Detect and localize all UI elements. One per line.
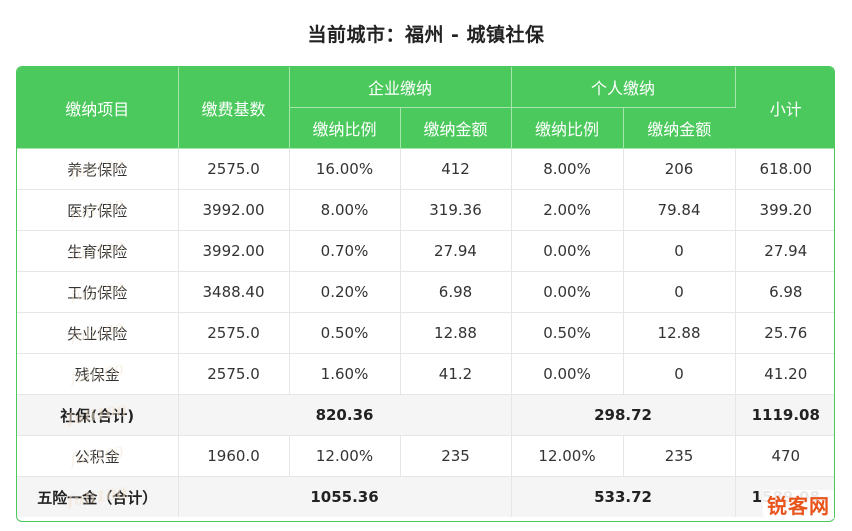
header-subtotal: 小计 bbox=[735, 67, 834, 149]
watermark-logo: fuli100 bbox=[69, 238, 125, 264]
row-name: 残保金 fuli100 bbox=[17, 353, 179, 395]
header-personal: 个人缴纳 bbox=[511, 67, 736, 108]
table-row: 养老保险 fuli100 2575.0 16.00% 412 8.00% 206 … bbox=[17, 148, 834, 190]
row-company-amount: 235 bbox=[400, 435, 512, 477]
social-total-company: 820.36 bbox=[178, 394, 512, 436]
row-personal-amount: 235 bbox=[623, 435, 736, 477]
fund-row: 公积金 fuli100 1960.0 12.00% 235 12.00% 235 … bbox=[17, 435, 834, 477]
row-company-rate: 0.70% bbox=[289, 230, 401, 272]
row-name: 生育保险 fuli100 bbox=[17, 230, 179, 272]
row-company-rate: 8.00% bbox=[289, 189, 401, 231]
social-total-subtotal: 1119.08 bbox=[735, 394, 834, 436]
brand-logo: 锐客网 bbox=[763, 490, 834, 519]
row-base: 1960.0 bbox=[178, 435, 290, 477]
row-name: 养老保险 fuli100 bbox=[17, 148, 179, 190]
table-row: 工伤保险 fuli100 3488.40 0.20% 6.98 0.00% 0 6… bbox=[17, 271, 834, 313]
header-personal-rate: 缴纳比例 bbox=[511, 107, 624, 150]
row-base: 3992.00 bbox=[178, 230, 290, 272]
row-company-rate: 0.20% bbox=[289, 271, 401, 313]
header-base: 缴费基数 bbox=[178, 67, 290, 149]
row-company-rate: 16.00% bbox=[289, 148, 401, 190]
watermark-logo: fuli100 bbox=[69, 279, 125, 305]
row-personal-rate: 0.00% bbox=[511, 230, 624, 272]
row-name: 失业保险 fuli100 bbox=[17, 312, 179, 354]
row-base: 2575.0 bbox=[178, 353, 290, 395]
row-company-rate: 1.60% bbox=[289, 353, 401, 395]
row-base: 2575.0 bbox=[178, 312, 290, 354]
row-subtotal: 27.94 bbox=[735, 230, 834, 272]
page-title: 当前城市：福州 - 城镇社保 bbox=[307, 24, 545, 46]
row-base: 2575.0 bbox=[178, 148, 290, 190]
row-personal-amount: 12.88 bbox=[623, 312, 736, 354]
social-total-row: 社保(合计) fuli100 820.36 298.72 1119.08 bbox=[17, 394, 834, 436]
row-personal-amount: 79.84 bbox=[623, 189, 736, 231]
row-company-rate: 12.00% bbox=[289, 435, 401, 477]
row-subtotal: 6.98 bbox=[735, 271, 834, 313]
watermark-logo: fuli100 bbox=[69, 320, 125, 346]
row-base: 3488.40 bbox=[178, 271, 290, 313]
row-personal-rate: 2.00% bbox=[511, 189, 624, 231]
watermark-logo: fuli100 bbox=[69, 156, 125, 182]
row-personal-amount: 0 bbox=[623, 230, 736, 272]
row-personal-amount: 0 bbox=[623, 353, 736, 395]
row-personal-rate: 0.00% bbox=[511, 353, 624, 395]
header-item: 缴纳项目 bbox=[17, 67, 179, 149]
table-row: 失业保险 fuli100 2575.0 0.50% 12.88 0.50% 12.… bbox=[17, 312, 834, 354]
row-company-rate: 0.50% bbox=[289, 312, 401, 354]
row-company-amount: 41.2 bbox=[400, 353, 512, 395]
row-name: 公积金 fuli100 bbox=[17, 435, 179, 477]
watermark-logo: fuli100 bbox=[69, 443, 125, 469]
watermark-logo: fuli100 bbox=[69, 197, 125, 223]
row-subtotal: 41.20 bbox=[735, 353, 834, 395]
social-insurance-table: 缴纳项目 缴费基数 企业缴纳 个人缴纳 小计 缴纳比例 缴纳金额 缴纳比例 缴纳… bbox=[16, 66, 835, 522]
row-company-amount: 6.98 bbox=[400, 271, 512, 313]
table-row: 生育保险 fuli100 3992.00 0.70% 27.94 0.00% 0 … bbox=[17, 230, 834, 272]
social-total-label: 社保(合计) fuli100 bbox=[17, 394, 179, 436]
row-subtotal: 470 bbox=[735, 435, 834, 477]
row-personal-rate: 12.00% bbox=[511, 435, 624, 477]
row-company-amount: 319.36 bbox=[400, 189, 512, 231]
table-row: 医疗保险 fuli100 3992.00 8.00% 319.36 2.00% 7… bbox=[17, 189, 834, 231]
row-personal-rate: 8.00% bbox=[511, 148, 624, 190]
watermark-logo: fuli100 bbox=[66, 483, 129, 511]
row-name: 医疗保险 fuli100 bbox=[17, 189, 179, 231]
row-company-amount: 27.94 bbox=[400, 230, 512, 272]
row-name: 工伤保险 fuli100 bbox=[17, 271, 179, 313]
row-personal-rate: 0.50% bbox=[511, 312, 624, 354]
row-subtotal: 25.76 bbox=[735, 312, 834, 354]
grand-total-personal: 533.72 bbox=[511, 476, 736, 517]
row-personal-rate: 0.00% bbox=[511, 271, 624, 313]
social-total-personal: 298.72 bbox=[511, 394, 736, 436]
row-base: 3992.00 bbox=[178, 189, 290, 231]
row-subtotal: 399.20 bbox=[735, 189, 834, 231]
row-personal-amount: 206 bbox=[623, 148, 736, 190]
row-company-amount: 412 bbox=[400, 148, 512, 190]
grand-total-row: 五险一金（合计）fuli100 1055.36 533.72 1589.08 bbox=[17, 476, 834, 517]
header-company-rate: 缴纳比例 bbox=[289, 107, 401, 150]
row-personal-amount: 0 bbox=[623, 271, 736, 313]
page: 当前城市：福州 - 城镇社保 缴纳项目 缴费基数 企业缴纳 个人缴纳 小计 缴纳… bbox=[0, 0, 852, 531]
row-company-amount: 12.88 bbox=[400, 312, 512, 354]
header-company: 企业缴纳 bbox=[289, 67, 512, 108]
watermark-logo: fuli100 bbox=[69, 361, 125, 387]
watermark-logo: fuli100 bbox=[66, 401, 129, 429]
row-subtotal: 618.00 bbox=[735, 148, 834, 190]
header-company-amount: 缴纳金额 bbox=[400, 107, 512, 150]
table-row: 残保金 fuli100 2575.0 1.60% 41.2 0.00% 0 41.… bbox=[17, 353, 834, 395]
header-personal-amount: 缴纳金额 bbox=[623, 107, 736, 150]
grand-total-company: 1055.36 bbox=[178, 476, 512, 517]
grand-total-label: 五险一金（合计） fuli100 bbox=[17, 476, 179, 517]
